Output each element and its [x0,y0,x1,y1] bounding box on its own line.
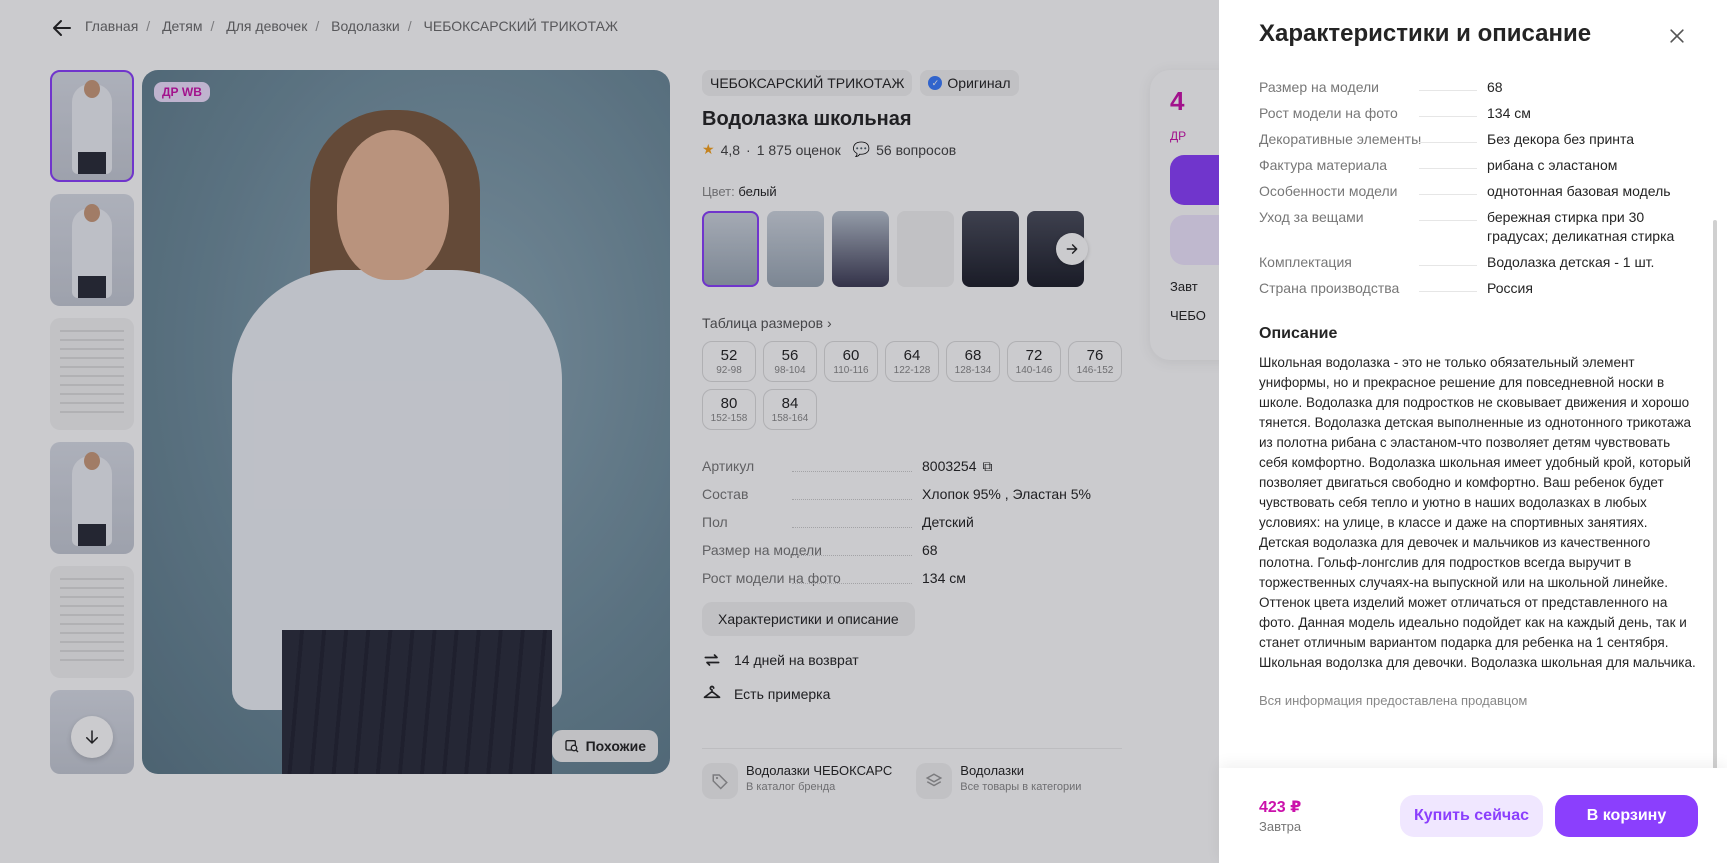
attribute-value: Россия [1487,279,1533,296]
drawer-content: Размер на модели 68 Рост модели на фото 13… [1259,74,1699,754]
attribute-value: 68 [1487,78,1503,95]
attribute-value: бережная стирка при 30 градусах; деликат… [1487,208,1675,244]
description-heading: Описание [1259,325,1338,342]
attribute-key: Уход за вещами [1259,208,1487,246]
attribute-key: Страна производства [1259,279,1487,298]
attribute-value: 134 см [1487,104,1531,121]
attribute-row: Уход за вещами бережная стирка при 30 гра… [1259,204,1699,249]
drawer-header: Характеристики и описание [1259,20,1707,60]
drawer-footer: 423 ₽ Завтра Купить сейчас В корзину [1219,768,1727,863]
attribute-key: Рост модели на фото [1259,104,1487,123]
description-text: Школьная водолазка - это не только обяза… [1259,355,1696,670]
footer-price: 423 ₽ [1259,799,1302,816]
attribute-value: рибана с эластаном [1487,156,1618,173]
attribute-key: Декоративные элементы [1259,130,1487,149]
add-to-cart-button[interactable]: В корзину [1555,795,1698,837]
drawer-scrollbar[interactable] [1713,220,1717,770]
attribute-row: Фактура материала рибана с эластаном [1259,152,1699,178]
attribute-key: Особенности модели [1259,182,1487,201]
close-button[interactable] [1663,22,1691,50]
attribute-row: Размер на модели 68 [1259,74,1699,100]
buy-now-button[interactable]: Купить сейчас [1400,795,1543,837]
attribute-row: Комплектация Водолазка детская - 1 шт. [1259,249,1699,275]
seller-note: Вся информация предоставлена продавцом [1259,693,1528,708]
characteristics-drawer: Характеристики и описание Размер на моде… [1219,0,1727,863]
attribute-row: Рост модели на фото 134 см [1259,100,1699,126]
attribute-row: Особенности модели однотонная базовая мод… [1259,178,1699,204]
drawer-title: Характеристики и описание [1259,20,1592,47]
attribute-key: Размер на модели [1259,78,1487,97]
attribute-row: Декоративные элементы Без декора без прин… [1259,126,1699,152]
close-icon [1670,29,1684,43]
attribute-row: Страна производства Россия [1259,275,1699,301]
attribute-value: Без декора без принта [1487,130,1635,147]
footer-delivery-date: Завтра [1259,819,1302,834]
attribute-key: Фактура материала [1259,156,1487,175]
attribute-value: однотонная базовая модель [1487,182,1671,199]
attribute-key: Комплектация [1259,253,1487,272]
attribute-value: Водолазка детская - 1 шт. [1487,253,1655,270]
